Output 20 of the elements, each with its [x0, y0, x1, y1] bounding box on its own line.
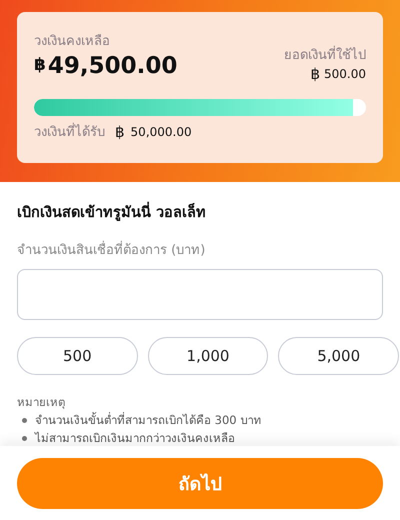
used-amount: 500.00 [324, 67, 366, 81]
amount-chip[interactable]: 5,000 [278, 337, 400, 375]
remaining-label: วงเงินคงเหลือ [34, 33, 111, 51]
amount-label: จำนวนเงินสินเชื่อที่ต้องการ (บาท) [17, 239, 383, 260]
bullet-icon [22, 436, 27, 440]
limit-amount: 50,000.00 [130, 124, 192, 138]
used-label: ยอดเงินที่ใช้ไป [284, 44, 366, 65]
amount-chip[interactable]: 1,000 [148, 337, 268, 375]
currency-symbol: ฿ [115, 122, 125, 140]
bullet-icon [22, 418, 27, 422]
remaining-amount: 49,500.00 [48, 53, 178, 79]
notes-title: หมายเหตุ [17, 394, 66, 411]
amount-input-field[interactable] [17, 269, 383, 320]
currency-symbol: ฿ [310, 65, 320, 83]
note-text: ไม่สามารถเบิกเงินมากกว่าวงเงินคงเหลือ [35, 430, 235, 447]
form-title: เบิกเงินสดเข้าทรูมันนี่ วอลเล็ท [17, 200, 383, 223]
amount-chip[interactable]: 500 [17, 337, 138, 375]
currency-symbol: ฿ [34, 55, 46, 75]
note-text: จำนวนเงินขั้นต่ำที่สามารถเบิกได้คือ 300 บาท [35, 411, 262, 429]
limit-label: วงเงินที่ได้รับ [34, 121, 105, 142]
